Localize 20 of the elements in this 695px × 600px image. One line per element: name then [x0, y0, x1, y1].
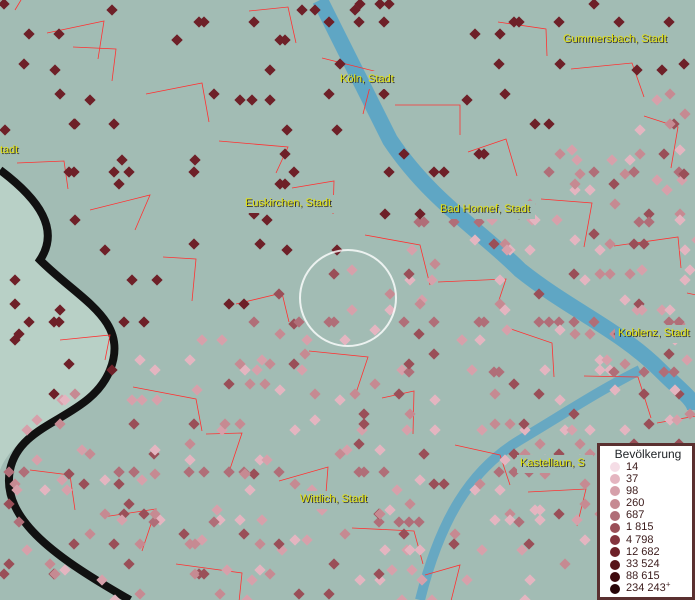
place-label: Euskirchen, Stadt [245, 198, 332, 209]
legend-value: 687 [626, 510, 644, 522]
legend-value: 260 [626, 498, 644, 510]
place-label: Gummersbach, Stadt [563, 34, 667, 45]
place-label: Kastellaun, S [520, 458, 585, 469]
legend-value: 12 682 [626, 546, 660, 558]
place-label: Köln, Stadt [340, 74, 394, 85]
legend-value: 234 243$^{+}$ [626, 583, 671, 594]
place-label: tadt [0, 145, 18, 156]
legend-value: 37 [626, 474, 638, 485]
legend-value: 98 [626, 486, 638, 497]
legend-value: 14 [626, 462, 638, 473]
legend-value: 4 798 [626, 534, 654, 546]
legend-value: 1 815 [626, 522, 654, 534]
place-label: Koblenz, Stadt [618, 328, 690, 339]
legend-title: Bevölkerung [614, 448, 682, 461]
place-label: Bad Honnef, Stadt [440, 204, 530, 215]
legend-value: 33 524 [626, 559, 660, 570]
place-label: Wittlich, Stadt [300, 494, 368, 505]
legend-value: 88 615 [626, 571, 660, 582]
